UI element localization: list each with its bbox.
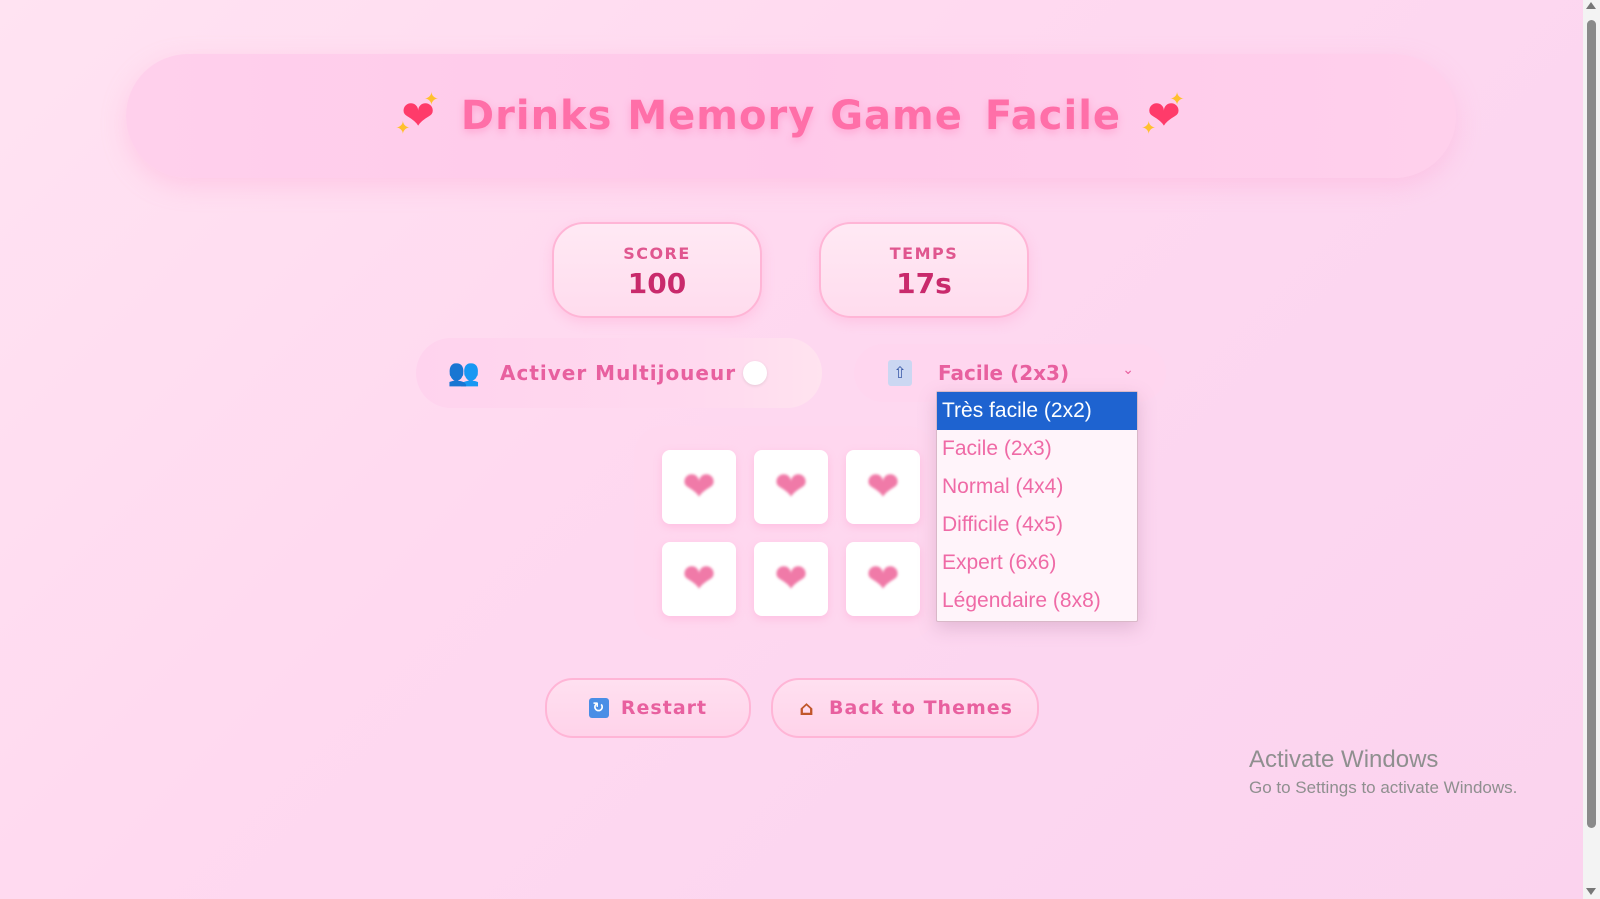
sparkling-heart-icon: ❤ ✦ ✦: [395, 89, 439, 139]
vertical-scrollbar[interactable]: [1583, 0, 1600, 899]
house-icon: ⌂: [799, 696, 815, 720]
back-label: Back to Themes: [829, 697, 1013, 719]
windows-activation-watermark: Activate Windows Go to Settings to activ…: [1249, 746, 1517, 798]
level-title: Facile: [984, 93, 1122, 139]
difficulty-option[interactable]: Expert (6x6): [937, 544, 1137, 582]
heart-icon: ❤: [866, 464, 900, 510]
users-icon: 👥: [447, 358, 481, 388]
difficulty-icon: ⇧: [888, 360, 912, 386]
time-value: 17s: [896, 267, 952, 300]
memory-card[interactable]: ❤: [754, 450, 828, 524]
time-card: TEMPS 17s: [819, 222, 1029, 318]
memory-card[interactable]: ❤: [662, 542, 736, 616]
heart-icon: ❤: [682, 464, 716, 510]
heart-icon: ❤: [682, 556, 716, 602]
refresh-icon: ↻: [588, 698, 609, 718]
heart-icon: ❤: [774, 556, 808, 602]
multiplayer-toggle[interactable]: 👥 Activer Multijoueur: [416, 338, 822, 408]
scroll-down-icon[interactable]: [1586, 888, 1596, 895]
memory-card[interactable]: ❤: [754, 542, 828, 616]
difficulty-dropdown-list: Très facile (2x2) Facile (2x3) Normal (4…: [936, 391, 1138, 622]
memory-card[interactable]: ❤: [662, 450, 736, 524]
multiplayer-label: Activer Multijoueur: [500, 361, 737, 385]
scroll-thumb[interactable]: [1587, 20, 1596, 828]
game-board: ❤ ❤ ❤ ❤ ❤ ❤: [634, 426, 936, 640]
restart-button[interactable]: ↻ Restart: [545, 678, 751, 738]
watermark-subtitle: Go to Settings to activate Windows.: [1249, 778, 1518, 797]
restart-label: Restart: [620, 697, 708, 719]
memory-card[interactable]: ❤: [846, 450, 920, 524]
back-to-themes-button[interactable]: ⌂ Back to Themes: [771, 678, 1039, 738]
score-value: 100: [627, 267, 687, 300]
heart-icon: ❤: [866, 556, 900, 602]
sparkling-heart-icon: ❤ ✦ ✦: [1141, 89, 1185, 139]
scroll-up-icon[interactable]: [1586, 2, 1596, 9]
toggle-switch[interactable]: [743, 361, 767, 385]
memory-card[interactable]: ❤: [846, 542, 920, 616]
score-label: SCORE: [623, 244, 691, 263]
time-label: TEMPS: [889, 244, 959, 263]
difficulty-option[interactable]: Facile (2x3): [937, 430, 1137, 468]
difficulty-option[interactable]: Difficile (4x5): [937, 506, 1137, 544]
difficulty-option[interactable]: Normal (4x4): [937, 468, 1137, 506]
score-card: SCORE 100: [552, 222, 762, 318]
heart-icon: ❤: [774, 464, 808, 510]
watermark-title: Activate Windows: [1249, 746, 1439, 773]
page-title: Drinks Memory Game: [460, 93, 963, 139]
difficulty-option[interactable]: Très facile (2x2): [937, 392, 1137, 430]
difficulty-selected-value: Facile (2x3): [938, 361, 1070, 385]
difficulty-option[interactable]: Légendaire (8x8): [937, 582, 1137, 620]
chevron-down-icon: ⌄: [1122, 362, 1134, 378]
header-banner: ❤ ✦ ✦ Drinks Memory Game Facile ❤ ✦ ✦: [126, 54, 1456, 178]
